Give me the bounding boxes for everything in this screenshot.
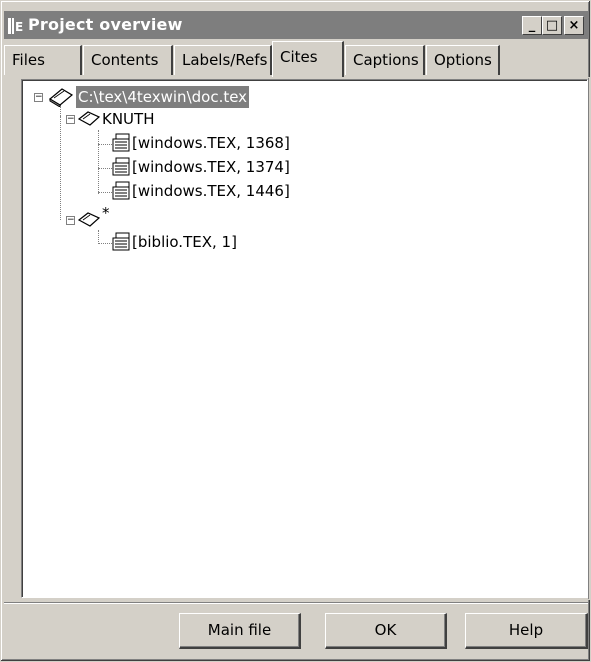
main-file-button[interactable]: Main file bbox=[179, 613, 301, 649]
root-file-label: C:\tex\4texwin\doc.tex bbox=[76, 86, 250, 108]
help-button-label: Help bbox=[508, 621, 544, 639]
book-icon bbox=[48, 87, 74, 113]
citation-page-icon bbox=[112, 181, 132, 207]
tab-strip: Files Contents Labels/Refs Cites Caption… bbox=[4, 39, 588, 77]
tab-files[interactable]: Files bbox=[4, 45, 82, 75]
tab-contents[interactable]: Contents bbox=[83, 45, 173, 75]
open-book-icon bbox=[77, 110, 101, 134]
minimize-icon: _ bbox=[528, 18, 536, 33]
svg-text:E: E bbox=[15, 20, 23, 34]
title-bar[interactable]: E Project overview _ □ × bbox=[4, 11, 588, 39]
cite-entry-label: [windows.TEX, 1368] bbox=[132, 134, 290, 152]
tree-line bbox=[98, 243, 112, 244]
cite-entry-label: [windows.TEX, 1374] bbox=[132, 158, 290, 176]
tree-line bbox=[98, 168, 112, 169]
group-label: KNUTH bbox=[102, 110, 155, 128]
tab-cites[interactable]: Cites bbox=[272, 41, 344, 77]
cite-entry-label: [windows.TEX, 1446] bbox=[132, 182, 290, 200]
close-icon: × bbox=[568, 18, 580, 33]
tree-line bbox=[98, 130, 99, 194]
citation-page-icon bbox=[112, 133, 132, 159]
collapse-icon[interactable]: − bbox=[66, 216, 75, 225]
tab-labels-refs[interactable]: Labels/Refs bbox=[174, 45, 272, 75]
cites-tree-view[interactable]: − C:\tex\4texwin\doc.tex − KNUTH [window… bbox=[21, 79, 588, 598]
tree-line bbox=[98, 144, 112, 145]
ok-button-label: OK bbox=[374, 621, 397, 639]
main-file-button-label: Main file bbox=[207, 621, 272, 639]
maximize-icon: □ bbox=[545, 18, 559, 33]
tab-options[interactable]: Options bbox=[426, 45, 500, 75]
ok-button[interactable]: OK bbox=[325, 613, 447, 649]
maximize-button[interactable]: □ bbox=[542, 16, 562, 35]
tree-line bbox=[98, 192, 112, 193]
project-overview-window: E Project overview _ □ × Files Contents … bbox=[0, 0, 591, 662]
help-button[interactable]: Help bbox=[465, 613, 588, 649]
citation-page-icon bbox=[112, 157, 132, 183]
tab-contents-label: Contents bbox=[91, 51, 159, 69]
tab-options-label: Options bbox=[434, 51, 492, 69]
tab-files-label: Files bbox=[12, 51, 45, 69]
tree-line bbox=[60, 116, 61, 220]
window-title: Project overview bbox=[28, 15, 183, 34]
tab-cites-label: Cites bbox=[280, 48, 318, 66]
group-label: * bbox=[102, 204, 110, 222]
tab-captions[interactable]: Captions bbox=[345, 45, 425, 75]
collapse-icon[interactable]: − bbox=[66, 115, 75, 124]
tex-app-icon: E bbox=[8, 17, 26, 35]
citation-page-icon bbox=[112, 232, 132, 258]
divider bbox=[4, 602, 588, 604]
close-button[interactable]: × bbox=[564, 16, 584, 35]
open-book-icon bbox=[77, 211, 101, 235]
minimize-button[interactable]: _ bbox=[522, 16, 542, 35]
button-bar: Main file OK Help bbox=[4, 601, 588, 660]
tab-captions-label: Captions bbox=[353, 51, 419, 69]
tab-labels-refs-label: Labels/Refs bbox=[182, 51, 268, 69]
cites-tree: − C:\tex\4texwin\doc.tex − KNUTH [window… bbox=[22, 80, 587, 597]
collapse-icon[interactable]: − bbox=[34, 93, 43, 102]
cite-entry-label: [biblio.TEX, 1] bbox=[132, 233, 237, 251]
